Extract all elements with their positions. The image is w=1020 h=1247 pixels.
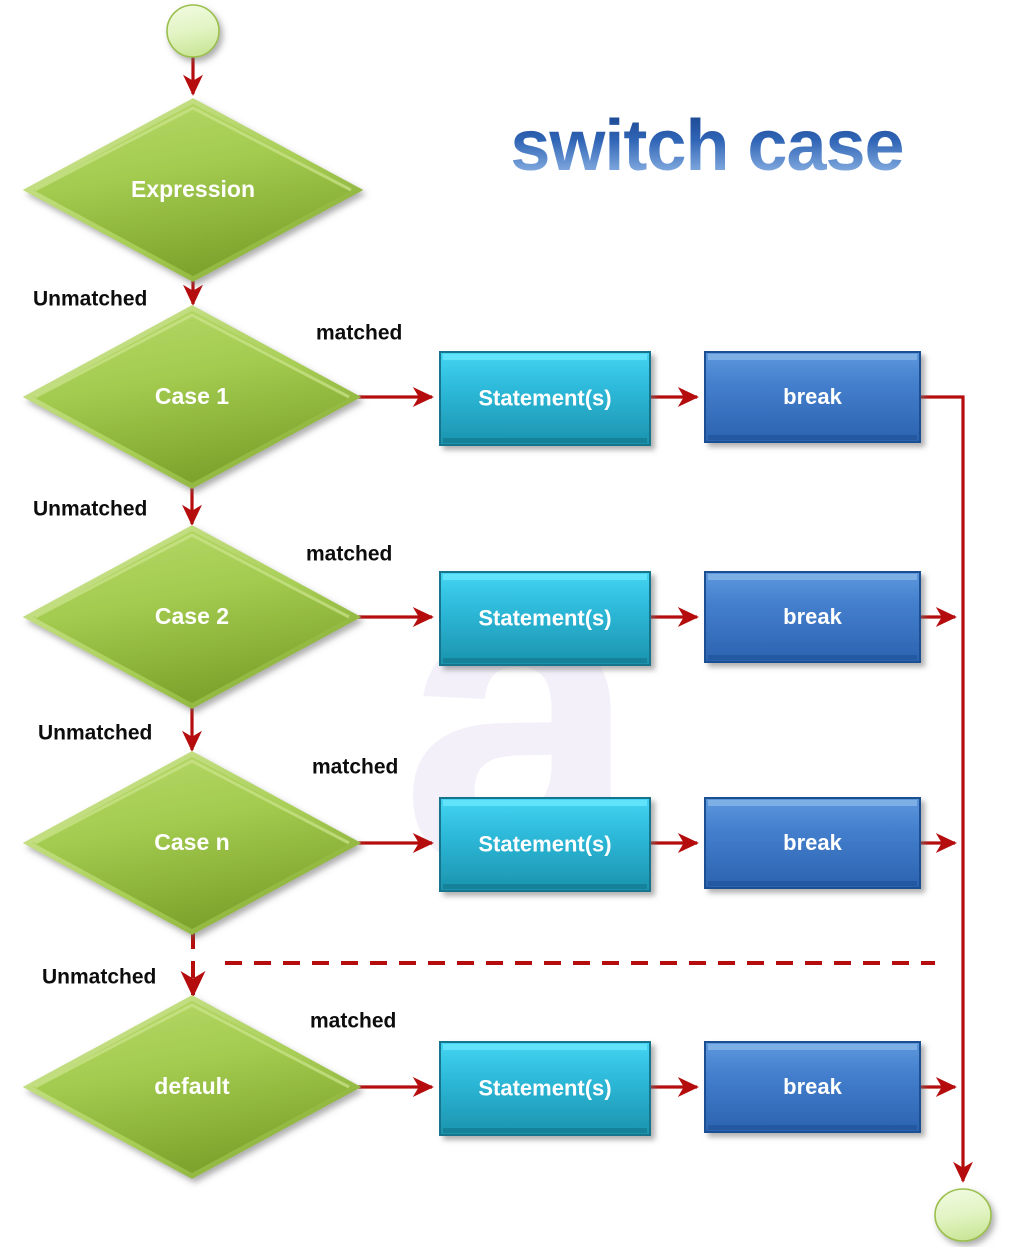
break-box-row1-top-bevel xyxy=(708,354,917,360)
statement-box-row4-label: Statement(s) xyxy=(478,1075,611,1100)
break-box-row1-bottom-bevel xyxy=(708,435,917,440)
decision-casen-label: Case n xyxy=(154,829,229,855)
title-text: switch case xyxy=(510,106,903,186)
statement-box-row3: Statement(s) xyxy=(439,797,651,892)
start-terminal-shape xyxy=(166,4,220,58)
edge-label-unmatched4: Unmatched xyxy=(42,966,156,989)
edge-label-unmatched3: Unmatched xyxy=(38,722,152,745)
edge-label-matched4: matched xyxy=(310,1010,396,1033)
decision-default: default xyxy=(22,995,362,1179)
break-box-row3-top-bevel xyxy=(708,800,917,806)
decision-default-label: default xyxy=(154,1073,230,1099)
statement-box-row1-bottom-bevel xyxy=(443,438,647,443)
statement-box-row4-bottom-bevel xyxy=(443,1128,647,1133)
edge-label-matched2: matched xyxy=(306,543,392,566)
decision-case2-label: Case 2 xyxy=(155,603,229,629)
statement-box-row2-bottom-bevel xyxy=(443,658,647,663)
decision-expression-label: Expression xyxy=(131,176,255,202)
end-terminal-shape xyxy=(934,1188,992,1242)
break-box-row1: break xyxy=(704,351,921,443)
edge-label-matched1: matched xyxy=(316,322,402,345)
break-box-row3-bottom-bevel xyxy=(708,881,917,886)
break-box-row4-label: break xyxy=(783,1074,842,1099)
break-box-row3-label: break xyxy=(783,830,842,855)
break-box-row4-top-bevel xyxy=(708,1044,917,1050)
break-box-row1-label: break xyxy=(783,384,842,409)
break-box-row4: break xyxy=(704,1041,921,1133)
break-box-row4-bottom-bevel xyxy=(708,1125,917,1130)
statement-box-row3-bottom-bevel xyxy=(443,884,647,889)
break-box-row2-top-bevel xyxy=(708,574,917,580)
statement-box-row1-top-bevel xyxy=(443,354,647,360)
decision-expression: Expression xyxy=(22,98,364,282)
statement-box-row2-label: Statement(s) xyxy=(478,605,611,630)
decision-case1: Case 1 xyxy=(22,305,362,489)
statement-box-row2: Statement(s) xyxy=(439,571,651,666)
decision-casen: Case n xyxy=(22,751,362,935)
statement-box-row3-label: Statement(s) xyxy=(478,831,611,856)
statement-box-row1-label: Statement(s) xyxy=(478,385,611,410)
flowchart-canvas: a Expression Case 1 Case 2 Case n default Sta… xyxy=(0,0,1020,1247)
edge-label-unmatched1: Unmatched xyxy=(33,288,147,311)
break-box-row3: break xyxy=(704,797,921,889)
statement-box-row2-top-bevel xyxy=(443,574,647,580)
edge-label-unmatched2: Unmatched xyxy=(33,498,147,521)
statement-box-row4: Statement(s) xyxy=(439,1041,651,1136)
end-terminal xyxy=(934,1188,992,1242)
switch-case-flowchart: a ExpressionCase 1Case 2Case ndefaultSta… xyxy=(22,4,992,1242)
break-box-row2-label: break xyxy=(783,604,842,629)
connector-break1-to-bus xyxy=(920,395,973,1183)
break-box-row2-bottom-bevel xyxy=(708,655,917,660)
edge-label-matched3: matched xyxy=(312,756,398,779)
statement-box-row3-top-bevel xyxy=(443,800,647,806)
diagram-title: switch case xyxy=(510,106,904,186)
break-box-row2: break xyxy=(704,571,921,663)
decision-case1-label: Case 1 xyxy=(155,383,229,409)
statement-box-row1: Statement(s) xyxy=(439,351,651,446)
start-terminal xyxy=(166,4,220,58)
node-layer: Expression Case 1 Case 2 Case n default State… xyxy=(22,4,992,1242)
statement-box-row4-top-bevel xyxy=(443,1044,647,1050)
